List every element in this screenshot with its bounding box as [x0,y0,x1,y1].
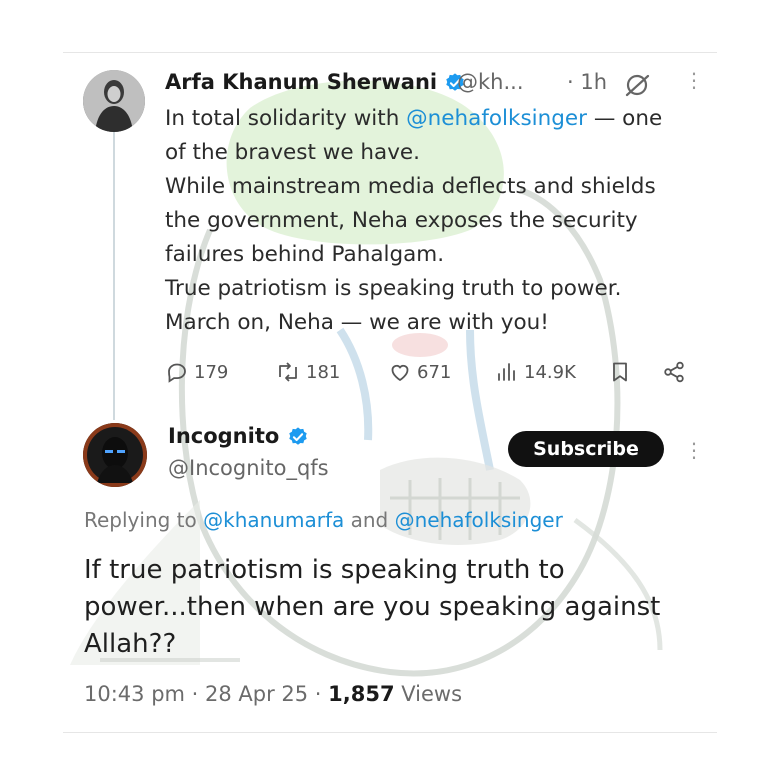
heart-icon [391,364,409,382]
repost-icon [279,362,297,382]
reply-line: power...then when are you speaking again… [84,592,661,622]
more-options-icon[interactable]: ⋮ [684,70,704,90]
avatar[interactable] [83,70,145,132]
mention-link[interactable]: @nehafolksinger [406,106,587,131]
views-count: 1,857 [328,682,395,706]
post-text: In total solidarity with @nehafolksinger… [165,102,710,340]
replying-and: and [344,508,395,532]
thread-connector-line [113,132,115,420]
reply-line: If true patriotism is speaking truth to [84,555,565,585]
bookmark-icon [613,362,627,382]
like-count: 671 [417,361,452,383]
views-button[interactable]: 14.9K [495,360,576,384]
replying-to-line: Replying to @khanumarfa and @nehafolksin… [84,508,563,532]
post-line: March on, Neha — we are with you! [165,310,549,335]
author-handle[interactable]: @kh... [457,70,524,94]
bottom-divider [63,732,717,733]
author-name-text: Incognito [168,424,280,448]
post-line: the government, Neha exposes the securit… [165,208,638,233]
subscribe-button[interactable]: Subscribe [508,431,664,467]
reply-line: Allah?? [84,629,177,659]
verified-badge-icon [288,427,307,445]
mention-link[interactable]: @nehafolksinger [395,508,563,532]
reply-icon [168,363,186,383]
post-meta: 10:43 pm · 28 Apr 25 · 1,857 Views [84,682,462,706]
timestamp[interactable]: 10:43 pm · 28 Apr 25 · [84,682,328,706]
author-name[interactable]: Incognito [168,424,309,448]
post-line: True patriotism is speaking truth to pow… [165,276,622,301]
post-time[interactable]: · 1h [567,70,607,94]
grok-icon[interactable] [624,72,652,98]
post-line: While mainstream media deflects and shie… [165,174,656,199]
post-line: of the bravest we have. [165,140,420,165]
profile-photo-icon [83,70,145,132]
author-name[interactable]: Arfa Khanum Sherwani [165,70,466,94]
analytics-icon [498,363,515,381]
like-button[interactable]: 671 [388,360,451,384]
post-line: In total solidarity with @nehafolksinger… [165,102,710,136]
post-actions-bar: 179 181 671 14.9K [165,360,705,390]
views-label: Views [394,682,463,706]
post-line-text: — one [587,106,663,131]
reply-text: If true patriotism is speaking truth to … [84,552,724,663]
repost-button[interactable]: 181 [275,360,340,384]
top-divider [63,52,717,53]
share-icon [664,361,684,383]
repost-count: 181 [306,361,341,383]
mention-link[interactable]: @khanumarfa [203,508,344,532]
reply-count: 179 [194,361,229,383]
profile-photo-icon [83,423,147,487]
more-options-icon[interactable]: ⋮ [684,440,704,460]
replying-prefix: Replying to [84,508,204,532]
share-button[interactable] [662,360,686,384]
author-name-text: Arfa Khanum Sherwani [165,70,438,94]
post-line-text: In total solidarity with [165,106,407,131]
bookmark-button[interactable] [608,360,632,384]
author-handle[interactable]: @Incognito_qfs [168,456,329,480]
avatar[interactable] [83,423,147,487]
post-line: failures behind Pahalgam. [165,242,445,267]
views-count: 14.9K [524,361,576,383]
reply-button[interactable]: 179 [165,360,228,384]
